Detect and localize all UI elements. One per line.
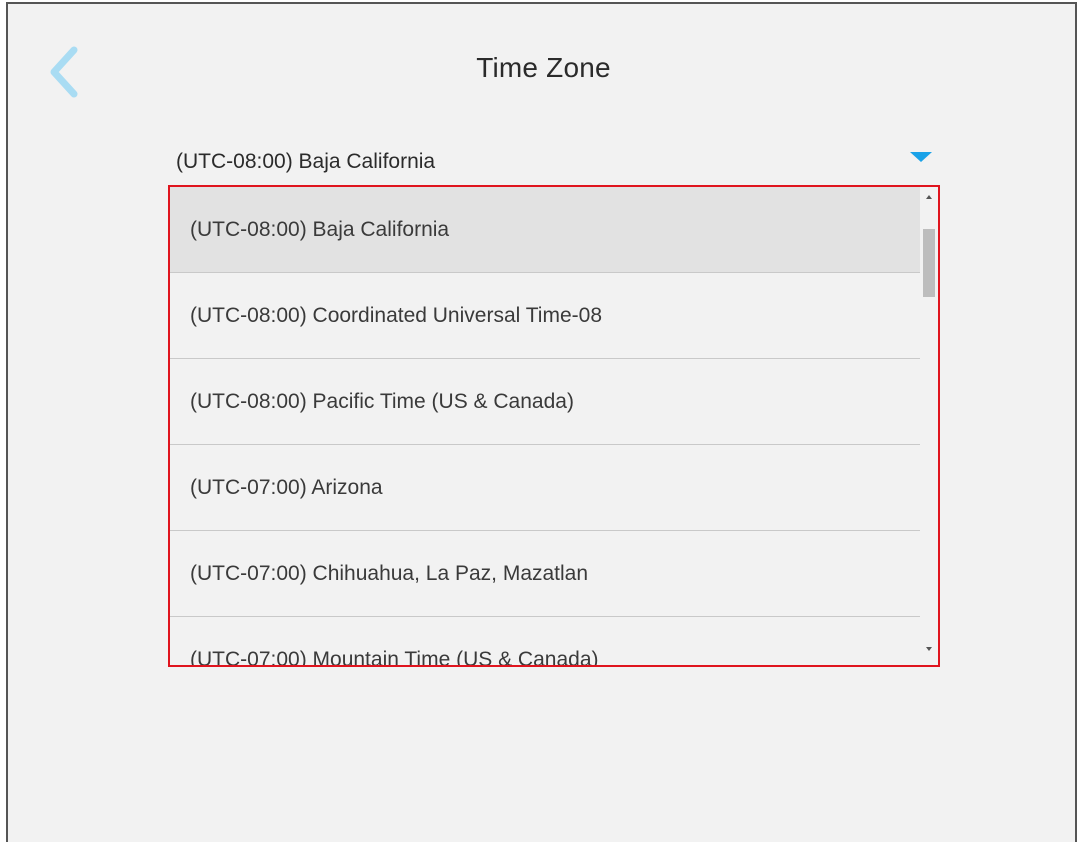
list-scrollbar[interactable] [920,187,938,665]
time-zone-screen: Time Zone (UTC-08:00) Baja California (U… [6,2,1077,842]
timezone-selected-value: (UTC-08:00) Baja California [176,150,436,173]
timezone-options-list[interactable]: (UTC-08:00) Baja California (UTC-08:00) … [168,185,940,667]
scroll-down-arrow-icon[interactable] [926,647,932,651]
scrollbar-thumb[interactable] [923,229,935,297]
timezone-option[interactable]: (UTC-07:00) Chihuahua, La Paz, Mazatlan [170,531,920,617]
timezone-option[interactable]: (UTC-07:00) Mountain Time (US & Canada) [170,617,920,665]
timezone-options-viewport: (UTC-08:00) Baja California (UTC-08:00) … [170,187,920,665]
timezone-dropdown[interactable]: (UTC-08:00) Baja California [168,140,940,184]
timezone-option[interactable]: (UTC-08:00) Baja California [170,187,920,273]
dropdown-arrow-icon [910,152,932,162]
scroll-up-arrow-icon[interactable] [926,195,932,199]
timezone-option[interactable]: (UTC-07:00) Arizona [170,445,920,531]
timezone-option[interactable]: (UTC-08:00) Coordinated Universal Time-0… [170,273,920,359]
page-title: Time Zone [476,52,611,83]
timezone-option[interactable]: (UTC-08:00) Pacific Time (US & Canada) [170,359,920,445]
